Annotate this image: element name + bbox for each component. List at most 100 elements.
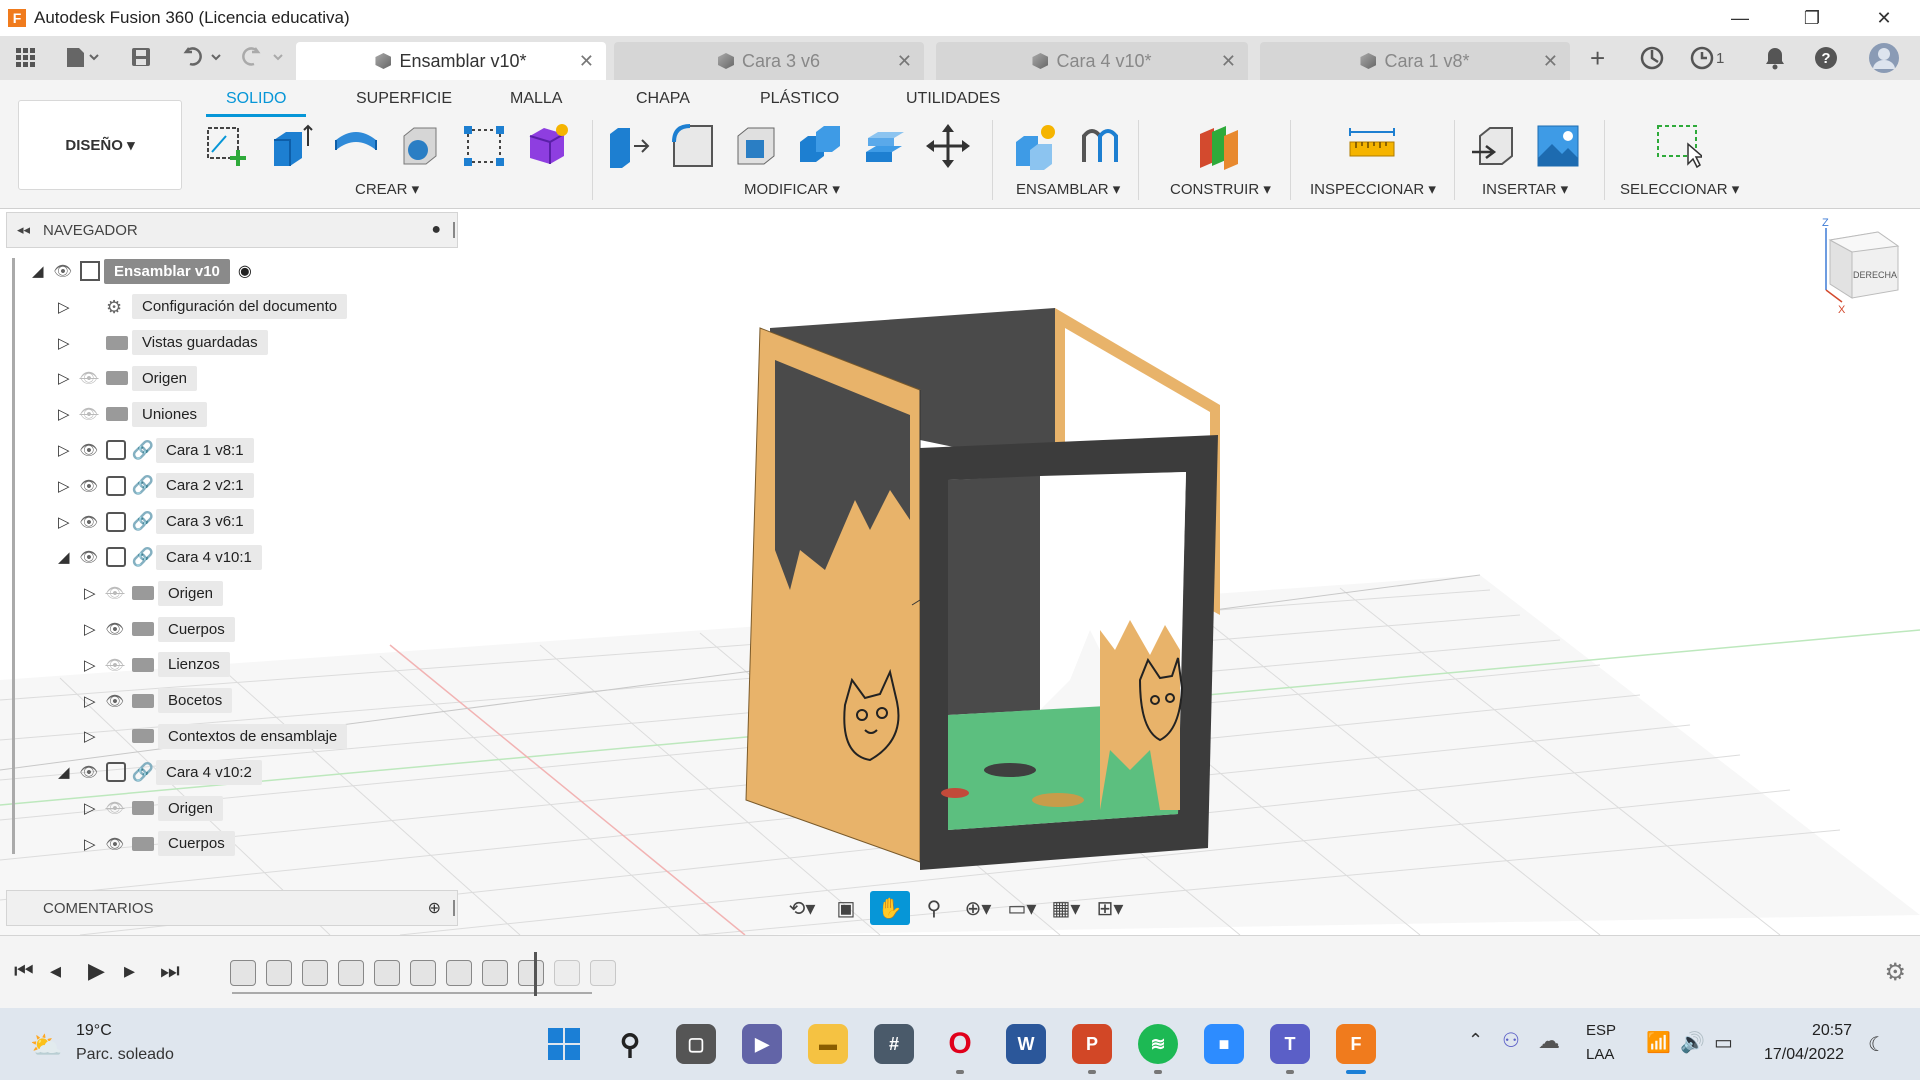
save-icon[interactable] <box>128 44 154 70</box>
eye-hidden-icon[interactable]: 👁 <box>76 405 102 423</box>
eye-icon[interactable]: 👁 <box>102 692 128 710</box>
crear-group-label[interactable]: CREAR ▾ <box>355 180 419 198</box>
tab-ensamblar[interactable]: Ensamblar v10* ✕ <box>296 42 606 80</box>
pan-hand-icon[interactable]: ✋ <box>870 891 910 925</box>
task-view-icon[interactable]: ▢ <box>676 1024 716 1064</box>
search-icon[interactable]: ⚲ <box>610 1024 650 1064</box>
navigator-item[interactable]: ▷ 👁 Origen <box>84 793 224 823</box>
timeline-prev-icon[interactable]: ◂ <box>50 958 61 984</box>
eye-icon[interactable]: 👁 <box>50 262 76 280</box>
activate-radio-icon[interactable]: ◉ <box>238 261 252 281</box>
navigator-header[interactable]: ◂◂ NAVEGADOR ● <box>6 212 458 248</box>
job-status-icon[interactable]: 1 <box>1690 46 1724 70</box>
create-form-icon[interactable] <box>524 122 572 170</box>
undo-icon[interactable] <box>176 44 226 70</box>
timeline-settings-gear-icon[interactable]: ⚙ <box>1884 958 1906 987</box>
collapsed-triangle-icon[interactable]: ▷ <box>84 692 102 710</box>
timeline-feature-marker[interactable] <box>518 960 544 986</box>
collapsed-triangle-icon[interactable]: ▷ <box>58 369 76 387</box>
revolve-icon[interactable] <box>332 122 380 170</box>
inspeccionar-group-label[interactable]: INSPECCIONAR ▾ <box>1310 180 1436 198</box>
collapsed-triangle-icon[interactable]: ▷ <box>58 513 76 531</box>
extrude-icon[interactable] <box>268 122 316 170</box>
opera-browser-icon[interactable]: O <box>940 1024 980 1064</box>
minimize-button[interactable]: — <box>1704 0 1776 36</box>
close-tab-icon[interactable]: ✕ <box>1221 51 1236 72</box>
offset-plane-icon[interactable] <box>1196 122 1244 170</box>
extensions-icon[interactable] <box>1640 46 1664 70</box>
navigator-item[interactable]: ▷ 👁 Cuerpos <box>84 829 235 859</box>
panel-grip-icon[interactable] <box>453 222 455 238</box>
collapsed-triangle-icon[interactable]: ▷ <box>84 656 102 674</box>
eye-hidden-icon[interactable]: 👁 <box>102 799 128 817</box>
volume-icon[interactable]: 🔊 <box>1680 1030 1705 1055</box>
cat-box-assembly[interactable] <box>745 308 1220 870</box>
data-panel-grid-icon[interactable] <box>10 44 40 70</box>
expanded-triangle-icon[interactable]: ◢ <box>32 262 50 280</box>
tab-cara-3[interactable]: Cara 3 v6 ✕ <box>614 42 924 80</box>
eye-icon[interactable]: 👁 <box>102 620 128 638</box>
restore-button[interactable]: ❐ <box>1776 0 1848 36</box>
eye-icon[interactable]: 👁 <box>76 548 102 566</box>
tab-malla[interactable]: MALLA <box>510 90 562 108</box>
viewports-icon[interactable]: ⊞▾ <box>1090 891 1130 925</box>
redo-icon[interactable] <box>238 44 288 70</box>
navigator-item[interactable]: ▷ 👁 Bocetos <box>84 686 233 716</box>
navigator-item[interactable]: ▷ 👁 Cuerpos <box>84 614 235 644</box>
zoom-app-icon[interactable]: ■ <box>1204 1024 1244 1064</box>
pattern-icon[interactable] <box>460 122 508 170</box>
tab-plastico[interactable]: PLÁSTICO <box>760 90 839 108</box>
close-window-button[interactable]: ✕ <box>1848 0 1920 36</box>
tab-utilidades[interactable]: UTILIDADES <box>906 90 1000 108</box>
tab-solido[interactable]: SOLIDO <box>226 90 286 108</box>
timeline-next-icon[interactable]: ▸ <box>124 958 135 984</box>
close-tab-icon[interactable]: ✕ <box>897 51 912 72</box>
eye-icon[interactable]: 👁 <box>76 513 102 531</box>
new-component-icon[interactable] <box>1012 122 1060 170</box>
calculator-icon[interactable]: # <box>874 1024 914 1064</box>
navigator-item[interactable]: ◢ 👁 🔗 Cara 4 v10:2 <box>58 757 262 787</box>
tray-overflow-chevron-icon[interactable]: ⌃ <box>1468 1030 1483 1051</box>
focus-assist-moon-icon[interactable]: ☾ <box>1868 1032 1886 1057</box>
collapsed-triangle-icon[interactable]: ▷ <box>58 405 76 423</box>
eye-icon[interactable]: 👁 <box>76 441 102 459</box>
create-sketch-icon[interactable] <box>204 122 252 170</box>
insert-derive-icon[interactable] <box>1470 122 1518 170</box>
file-menu-icon[interactable] <box>60 44 104 70</box>
weather-temp[interactable]: 19°C <box>76 1022 112 1040</box>
navigator-item[interactable]: ▷ 👁 Origen <box>84 578 224 608</box>
weather-desc[interactable]: Parc. soleado <box>76 1046 174 1064</box>
fillet-icon[interactable] <box>668 122 716 170</box>
notifications-bell-icon[interactable] <box>1764 46 1786 70</box>
windows-start-icon[interactable] <box>544 1024 584 1064</box>
tab-superficie[interactable]: SUPERFICIE <box>356 90 452 108</box>
collapsed-triangle-icon[interactable]: ▷ <box>58 441 76 459</box>
insert-canvas-icon[interactable] <box>1534 122 1582 170</box>
comments-panel-header[interactable]: COMENTARIOS ⊕ <box>6 890 458 926</box>
spotify-icon[interactable]: ≋ <box>1138 1024 1178 1064</box>
hole-icon[interactable] <box>396 122 444 170</box>
eye-hidden-icon[interactable]: 👁 <box>76 369 102 387</box>
navigator-item[interactable]: ▷ 👁 🔗 Cara 1 v8:1 <box>58 435 254 465</box>
timeline-marker-handle[interactable] <box>534 952 537 996</box>
zoom-icon[interactable]: ⚲ <box>914 891 954 925</box>
fusion-360-taskbar-icon[interactable]: F <box>1336 1024 1376 1064</box>
collapsed-triangle-icon[interactable]: ▷ <box>58 334 76 352</box>
move-copy-icon[interactable] <box>924 122 972 170</box>
navigator-item[interactable]: ◢ 👁 Ensamblar v10 ◉ <box>32 256 252 286</box>
collapsed-triangle-icon[interactable]: ▷ <box>58 477 76 495</box>
measure-icon[interactable] <box>1348 122 1396 170</box>
clock-date[interactable]: 17/04/2022 <box>1764 1046 1844 1064</box>
combine-icon[interactable] <box>796 122 844 170</box>
press-pull-icon[interactable] <box>604 122 652 170</box>
help-icon[interactable]: ? <box>1814 46 1838 70</box>
select-window-icon[interactable] <box>1654 122 1702 170</box>
weather-sun-cloud-icon[interactable]: ⛅ <box>30 1030 62 1061</box>
close-tab-icon[interactable]: ✕ <box>579 51 594 72</box>
look-at-icon[interactable]: ▣ <box>826 891 866 925</box>
timeline-last-icon[interactable]: ⏭ <box>160 958 180 984</box>
powerpoint-icon[interactable]: P <box>1072 1024 1112 1064</box>
timeline-feature-marker[interactable] <box>302 960 328 986</box>
tray-teams-icon[interactable]: ⚇ <box>1502 1028 1520 1053</box>
collapsed-triangle-icon[interactable]: ▷ <box>84 835 102 853</box>
